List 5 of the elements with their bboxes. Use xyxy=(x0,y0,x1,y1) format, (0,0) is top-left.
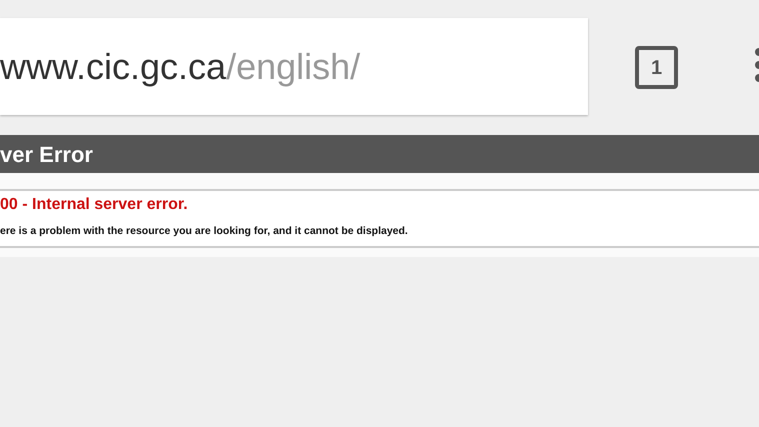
error-message: ere is a problem with the resource you are looking for, and it cannot be displayed. xyxy=(0,224,409,239)
tab-count-button[interactable]: 1 xyxy=(635,46,678,89)
menu-icon[interactable] xyxy=(754,48,759,82)
page-header: ver Error xyxy=(0,135,759,173)
error-title: 00 - Internal server error. xyxy=(0,195,189,215)
